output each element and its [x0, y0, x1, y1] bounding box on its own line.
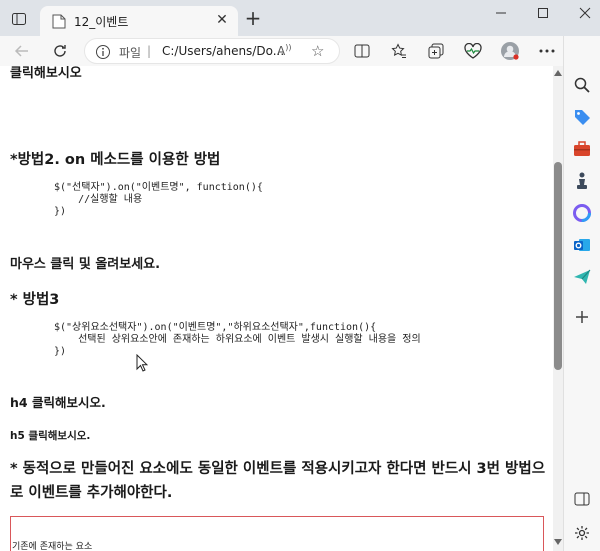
outlook-icon — [574, 239, 590, 251]
tab-actions-icon — [12, 13, 26, 25]
back-arrow-icon — [14, 45, 28, 57]
split-screen-button[interactable] — [350, 39, 374, 63]
sidebar-search-button[interactable] — [573, 76, 591, 94]
close-window-button[interactable] — [576, 6, 594, 24]
maximize-button[interactable] — [534, 6, 552, 24]
sidebar-add-button[interactable] — [573, 308, 591, 326]
code-block-method2: $("선택자").on("이벤트명", function(){ //실행할 내용… — [54, 182, 263, 217]
mouse-event-text[interactable]: 마우스 클릭 및 올려보세요. — [10, 253, 160, 272]
address-url[interactable]: C:/Users/ahens/Do... — [162, 44, 284, 58]
sidebar-settings-button[interactable] — [573, 524, 591, 542]
close-icon — [579, 7, 591, 19]
section2-title: *방법2. on 메소드를 이용한 방법 — [10, 152, 221, 168]
sidebar-send-button[interactable] — [573, 268, 591, 286]
code-block-method3: $("상위요소선택자").on("이벤트명","하위요소선택자",functio… — [54, 322, 421, 357]
sidebar-games-button[interactable] — [573, 172, 591, 190]
address-scheme: 파일 — [119, 46, 142, 60]
sidebar-m365-button[interactable] — [573, 204, 591, 222]
title-bar: 12_이벤트 ✕ + — [0, 0, 600, 36]
collections-button[interactable] — [424, 39, 448, 63]
address-separator: | — [147, 44, 152, 58]
tab-title: 12_이벤트 — [74, 15, 129, 29]
h5-click-text[interactable]: h5 클릭해보시오. — [10, 428, 90, 443]
favorite-star-icon[interactable]: ☆ — [311, 42, 324, 60]
h4-click-text[interactable]: h4 클릭해보시오. — [10, 392, 106, 411]
heart-pulse-icon — [464, 43, 482, 59]
profile-button[interactable] — [498, 39, 522, 63]
read-aloud-button[interactable]: A)) — [277, 43, 291, 58]
favorites-icon — [391, 43, 406, 58]
mouse-cursor-icon — [136, 354, 148, 372]
new-tab-button[interactable]: + — [244, 8, 262, 28]
browser-essentials-button[interactable] — [461, 39, 485, 63]
page-scrollbar[interactable] — [553, 66, 563, 551]
read-aloud-icon: A — [277, 44, 286, 58]
refresh-button[interactable] — [48, 39, 72, 63]
chess-piece-icon — [577, 172, 587, 189]
existing-element-box[interactable]: 기존에 존재하는 요소 — [10, 516, 544, 551]
minimize-button[interactable] — [492, 6, 510, 24]
favorites-button[interactable] — [387, 39, 411, 63]
settings-more-button[interactable] — [535, 39, 559, 63]
file-icon — [52, 14, 66, 29]
gear-icon — [575, 526, 589, 540]
scrollbar-thumb[interactable] — [554, 162, 562, 370]
sidebar-shopping-button[interactable] — [573, 108, 591, 126]
scroll-down-arrow-icon[interactable] — [554, 539, 562, 545]
microsoft365-icon — [573, 204, 591, 222]
address-bar[interactable]: 파일 | C:/Users/ahens/Do... A)) ☆ — [84, 38, 340, 64]
more-dots-icon — [539, 49, 555, 53]
maximize-icon — [538, 8, 548, 18]
section3-title: * 방법3 — [10, 292, 60, 308]
sidebar-hide-button[interactable] — [573, 490, 591, 508]
sidebar-panel-icon — [574, 492, 590, 506]
collections-icon — [428, 43, 444, 59]
scroll-up-arrow-icon[interactable] — [554, 70, 562, 76]
sidebar-tools-button[interactable] — [573, 140, 591, 158]
existing-element-label: 기존에 존재하는 요소 — [12, 542, 93, 551]
dynamic-element-note: * 동적으로 만들어진 요소에도 동일한 이벤트를 적용시키고자 한다면 반드시… — [10, 461, 546, 501]
split-screen-icon — [354, 44, 370, 58]
shopping-tag-icon — [575, 110, 590, 125]
tab-actions-button[interactable] — [6, 8, 32, 30]
refresh-icon — [54, 45, 66, 57]
minimize-icon — [496, 12, 506, 14]
info-icon — [96, 45, 110, 59]
edge-sidebar — [563, 36, 600, 551]
active-tab[interactable]: 12_이벤트 ✕ — [40, 6, 238, 36]
avatar-icon — [501, 42, 519, 60]
page-viewport[interactable]: 클릭해보시오 *방법2. on 메소드를 이용한 방법 $("선택자").on(… — [0, 66, 553, 551]
back-button[interactable] — [10, 39, 34, 63]
paper-plane-icon — [574, 269, 591, 284]
toolbox-icon — [574, 141, 590, 156]
plus-icon — [576, 311, 588, 323]
browser-toolbar: 파일 | C:/Users/ahens/Do... A)) ☆ — [0, 36, 600, 66]
clipped-heading[interactable]: 클릭해보시오 — [10, 66, 82, 81]
sidebar-outlook-button[interactable] — [573, 236, 591, 254]
tab-close-button[interactable]: ✕ — [214, 12, 230, 28]
search-icon — [574, 77, 590, 93]
